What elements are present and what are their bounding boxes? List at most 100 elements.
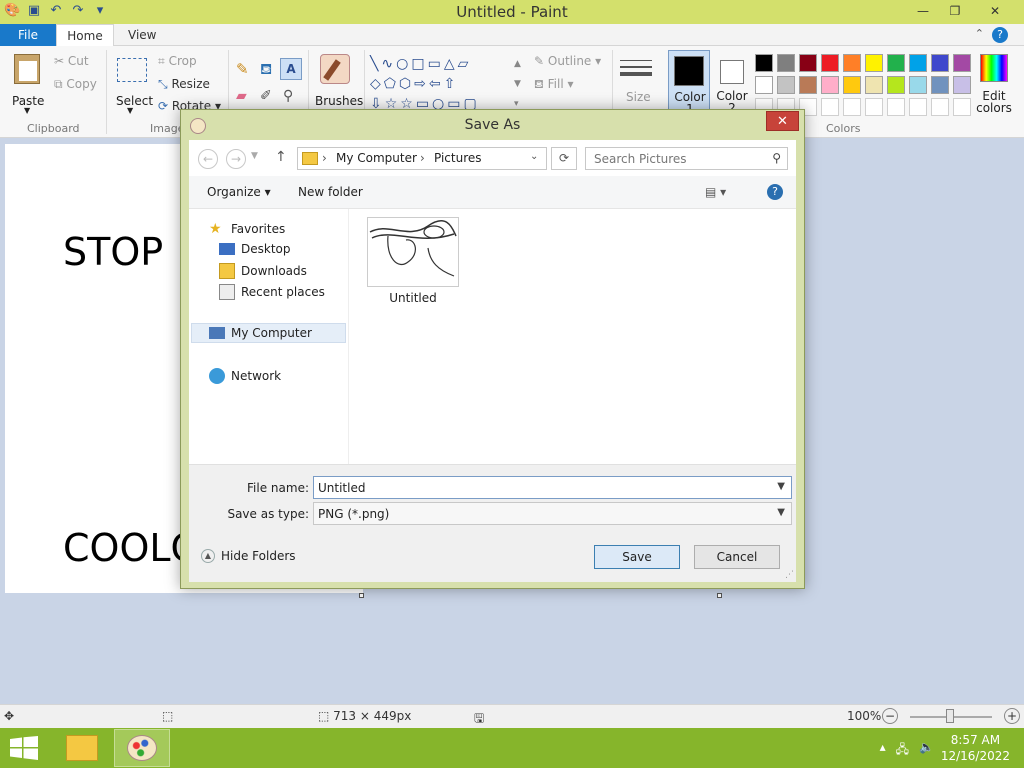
file-thumbnail[interactable] [367, 217, 459, 287]
show-hidden-icons[interactable]: ▴ [880, 740, 886, 761]
color-swatch[interactable] [841, 52, 863, 74]
color-swatch[interactable] [841, 74, 863, 96]
clock[interactable]: 8:57 AM 12/16/2022 [941, 732, 1010, 764]
color-swatch[interactable] [951, 74, 973, 96]
color-swatch[interactable] [951, 96, 973, 118]
minimize-button[interactable]: — [908, 1, 938, 21]
save-as-type-select[interactable]: PNG (*.png) ▼ [313, 502, 792, 525]
forward-button[interactable]: → [226, 149, 246, 169]
color-picker-tool[interactable]: ✐ [260, 88, 272, 104]
shapes-scroll[interactable]: ▲ ▼ ▾ [514, 54, 521, 114]
up-button[interactable]: ↑ [275, 149, 287, 165]
help-icon[interactable]: ? [992, 27, 1008, 43]
breadcrumb-pictures[interactable]: Pictures [434, 151, 482, 165]
nav-favorites[interactable]: ★ Favorites [209, 221, 285, 237]
color-swatch[interactable] [885, 52, 907, 74]
breadcrumb-my-computer[interactable]: My Computer [336, 151, 417, 165]
file-name-label[interactable]: Untitled [367, 291, 459, 305]
text-tool[interactable]: A [280, 58, 302, 80]
recent-locations-icon[interactable]: ▼ [251, 151, 258, 161]
nav-downloads[interactable]: Downloads [219, 263, 307, 279]
color-swatch[interactable] [797, 52, 819, 74]
help-icon[interactable]: ? [767, 184, 783, 200]
pencil-tool[interactable]: ✎ [236, 60, 249, 78]
file-name-input[interactable]: Untitled ▼ [313, 476, 792, 499]
organize-button[interactable]: Organize ▾ [207, 185, 271, 199]
cancel-button[interactable]: Cancel [694, 545, 780, 569]
tab-home[interactable]: Home [56, 24, 114, 47]
resize-button[interactable]: ⤡ Resize [158, 77, 210, 92]
nav-recent-places[interactable]: Recent places [219, 284, 325, 300]
address-bar[interactable]: › My Computer › Pictures ⌄ [297, 147, 547, 170]
color-swatch[interactable] [885, 96, 907, 118]
color-swatch[interactable] [775, 74, 797, 96]
color-swatch[interactable] [863, 96, 885, 118]
color-swatch-fill [843, 76, 861, 94]
back-button[interactable]: ← [198, 149, 218, 169]
color1-button[interactable]: Color 1 [668, 50, 710, 115]
maximize-button[interactable]: ❐ [940, 1, 970, 21]
color-swatch[interactable] [775, 52, 797, 74]
clock-date: 12/16/2022 [940, 749, 1010, 763]
color-swatch[interactable] [753, 52, 775, 74]
color-swatch[interactable] [929, 52, 951, 74]
color-swatch[interactable] [819, 96, 841, 118]
save-button[interactable]: Save [594, 545, 680, 569]
color-swatch[interactable] [841, 96, 863, 118]
paste-button[interactable]: Paste ▼ [8, 50, 48, 118]
color-swatch[interactable] [819, 52, 841, 74]
chevron-down-icon[interactable]: ▼ [777, 507, 785, 518]
outline-button[interactable]: ✎ Outline ▾ [534, 54, 601, 68]
close-button[interactable]: ✕ [972, 1, 1018, 21]
tab-view[interactable]: View [128, 24, 156, 46]
zoom-slider-thumb[interactable] [946, 709, 954, 723]
nav-desktop[interactable]: Desktop [219, 242, 291, 256]
search-input[interactable]: Search Pictures ⚲ [585, 147, 788, 170]
select-button[interactable]: Select ▼ [114, 50, 153, 118]
change-view-icon[interactable]: ▤ ▾ [705, 185, 726, 199]
color-swatch[interactable] [863, 74, 885, 96]
address-dropdown[interactable]: ⌄ [530, 151, 538, 162]
crop-button[interactable]: ⌗ Crop [158, 54, 197, 69]
tab-file[interactable]: File [0, 24, 56, 46]
color-swatch[interactable] [753, 74, 775, 96]
taskbar-file-explorer[interactable] [54, 729, 110, 767]
nav-my-computer[interactable]: My Computer [209, 326, 312, 340]
zoom-out-button[interactable]: − [882, 708, 898, 724]
copy-button[interactable]: ⧉ Copy [54, 77, 97, 92]
fill-button[interactable]: ⛾ Fill ▾ [534, 77, 574, 93]
magnifier-tool[interactable]: ⚲ [283, 88, 293, 104]
fill-tool[interactable]: ⛾ [260, 60, 272, 80]
color-swatch[interactable] [863, 52, 885, 74]
color-swatch[interactable] [929, 96, 951, 118]
color-swatch[interactable] [929, 74, 951, 96]
new-folder-button[interactable]: New folder [298, 185, 363, 199]
color-swatch[interactable] [951, 52, 973, 74]
network-icon[interactable]: 🖧 [896, 740, 909, 761]
shapes-gallery[interactable]: ╲∿○□▭△▱ ◇⬠⬡⇨⇦⇧ ⇩☆☆▭○▭▢ [370, 54, 510, 112]
cut-button[interactable]: ✂ Cut [54, 54, 89, 68]
hide-folders-button[interactable]: ▲ Hide Folders [201, 549, 296, 563]
taskbar-paint[interactable] [114, 729, 170, 767]
zoom-in-button[interactable]: + [1004, 708, 1020, 724]
volume-icon[interactable]: 🔈 [919, 740, 934, 761]
start-button[interactable] [10, 736, 38, 760]
color-swatch[interactable] [885, 74, 907, 96]
edit-colors-button[interactable]: Edit colors [976, 52, 1012, 116]
canvas-resize-handle[interactable] [717, 593, 722, 598]
brushes-button[interactable]: Brushes [314, 50, 363, 118]
color-swatch[interactable] [907, 96, 929, 118]
color-swatch[interactable] [797, 74, 819, 96]
dialog-close-button[interactable]: ✕ [766, 111, 799, 131]
color-swatch[interactable] [819, 74, 841, 96]
canvas-resize-handle[interactable] [359, 593, 364, 598]
refresh-button[interactable]: ⟳ [551, 147, 577, 170]
minimize-ribbon-icon[interactable]: ⌃ [975, 27, 984, 40]
eraser-tool[interactable]: ▰ [236, 88, 247, 104]
chevron-down-icon[interactable]: ▼ [777, 481, 785, 492]
resize-grip[interactable]: ⋰ [785, 570, 794, 580]
color-swatch[interactable] [907, 52, 929, 74]
color-swatch[interactable] [907, 74, 929, 96]
color2-button[interactable]: Color 2 [712, 50, 752, 114]
nav-network[interactable]: Network [209, 368, 281, 384]
